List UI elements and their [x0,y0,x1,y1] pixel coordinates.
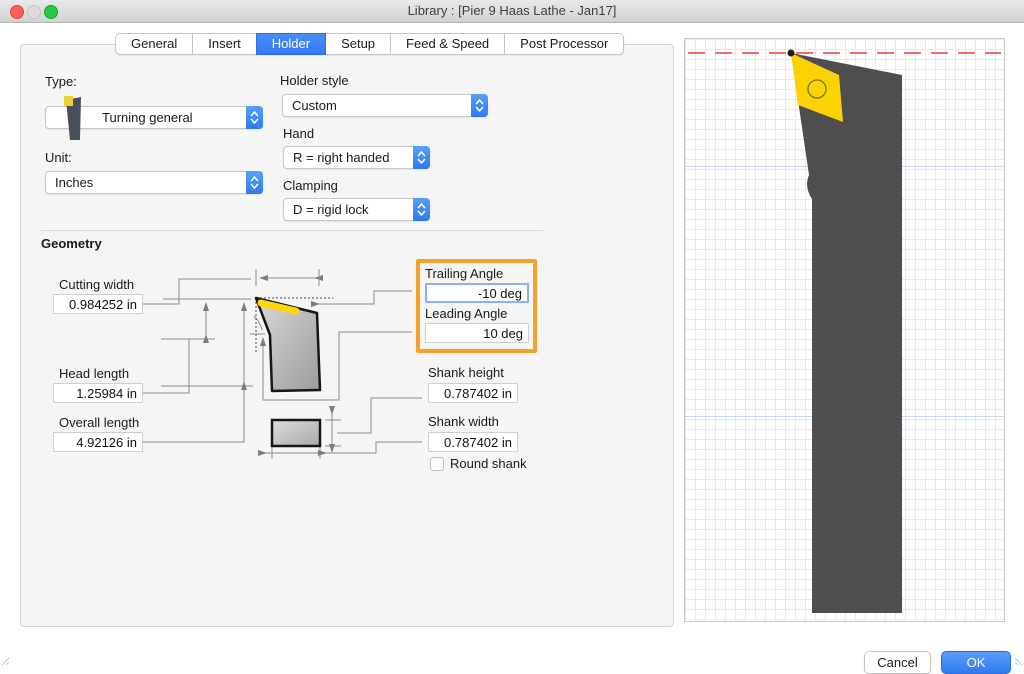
ok-button[interactable]: OK [941,651,1011,674]
cutting-width-label: Cutting width [59,277,135,292]
shank-width-label: Shank width [428,414,499,429]
tab-holder[interactable]: Holder [255,33,327,55]
shank-width-field[interactable] [428,432,518,452]
overall-length-label: Overall length [59,415,140,430]
tab-strip: General Insert Holder Setup Feed & Speed… [115,33,625,55]
tab-general[interactable]: General [115,33,194,55]
holder-body-shape [791,53,902,613]
stepper-icon[interactable] [246,106,263,129]
holder-style-value: Custom [292,98,337,113]
clamping-label: Clamping [283,178,338,193]
unit-value: Inches [55,175,94,190]
window-title: Library : [Pier 9 Haas Lathe - Jan17] [407,3,617,18]
leading-angle-label: Leading Angle [425,306,508,321]
head-length-label: Head length [59,366,130,381]
unit-dropdown[interactable]: Inches [45,171,263,194]
stepper-icon[interactable] [413,146,430,169]
hand-label: Hand [283,126,315,141]
clamping-dropdown[interactable]: D = rigid lock [283,198,430,221]
unit-label: Unit: [45,150,72,165]
clamping-value: D = rigid lock [293,202,369,217]
tab-insert[interactable]: Insert [192,33,257,55]
leading-angle-field[interactable] [425,323,529,343]
type-label: Type: [45,74,77,89]
tab-feed-speed[interactable]: Feed & Speed [390,33,506,55]
tab-setup[interactable]: Setup [325,33,392,55]
trailing-angle-field[interactable] [425,283,529,303]
hand-value: R = right handed [293,150,390,165]
holder-style-dropdown[interactable]: Custom [282,94,488,117]
tool-preview-drawing [688,49,1001,613]
tool-preview-viewport [684,38,1005,622]
geometry-section-title: Geometry [41,236,102,251]
cutting-width-field[interactable] [53,294,143,314]
title-bar: Library : [Pier 9 Haas Lathe - Jan17] [0,0,1024,23]
section-divider [41,230,543,231]
stepper-icon[interactable] [246,171,263,194]
trailing-angle-label: Trailing Angle [425,266,504,281]
library-dialog: { "window": { "title": "Library : [Pier … [0,0,1024,674]
head-length-field[interactable] [53,383,143,403]
tool-tip-point [787,49,795,57]
turning-tool-icon [64,96,81,140]
shank-height-label: Shank height [428,365,504,380]
shank-height-field[interactable] [428,383,518,403]
holder-tab-panel: Type: Turning general Unit: Inches Holde… [20,44,674,627]
holder-style-label: Holder style [280,73,349,88]
cancel-button[interactable]: Cancel [864,651,931,674]
holder-dimension-diagram [143,269,422,459]
overall-length-field[interactable] [53,432,143,452]
tab-post-processor[interactable]: Post Processor [504,33,625,55]
round-shank-label: Round shank [450,456,527,471]
resize-grip-right[interactable] [1013,657,1023,667]
stepper-icon[interactable] [413,198,430,221]
resize-grip-left[interactable] [1,657,11,667]
hand-dropdown[interactable]: R = right handed [283,146,430,169]
stepper-icon[interactable] [471,94,488,117]
